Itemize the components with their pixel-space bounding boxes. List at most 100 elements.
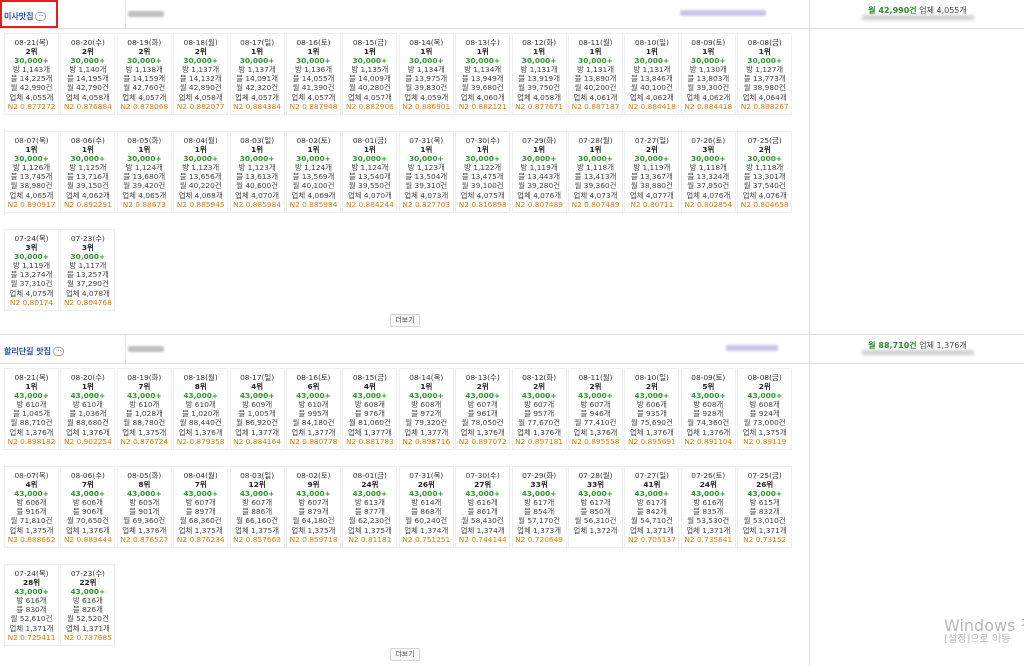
cell-volume: 43,000+ xyxy=(634,489,670,499)
cell-date: 08-13(수) xyxy=(465,373,500,382)
cell-volume: 30,000+ xyxy=(578,154,613,164)
cell-monthly-search: 월 52,520건 xyxy=(66,614,109,624)
cell-volume: 43,000+ xyxy=(70,587,106,597)
cell-date: 08-08(금) xyxy=(747,38,782,47)
day-cell: 08-04(월) 1위 30,000+ 방 1,123개 블 13,656개 월 40,2… xyxy=(173,131,229,213)
cell-blog-count: 블 14,195개 xyxy=(66,74,109,84)
cell-blog-count: 블 886개 xyxy=(242,507,273,517)
day-cell: 08-20(수) 1위 43,000+ 방 610개 블 1,036개 월 88,680건… xyxy=(60,368,116,450)
cell-business-count: 업체 4,059개 xyxy=(404,92,449,102)
cell-business-count: 업체 1,377개 xyxy=(291,427,336,437)
more-button[interactable]: 더보기 xyxy=(390,648,420,661)
keyword-badge-icon[interactable]: ⋯ xyxy=(52,347,64,356)
cell-rank: 2위 xyxy=(645,145,658,155)
cell-date: 07-26(토) xyxy=(691,136,726,145)
cell-rank: 1위 xyxy=(420,47,433,57)
cell-blog-count: 블 946개 xyxy=(580,409,611,419)
cell-rank: 7위 xyxy=(194,480,207,490)
cell-n2-score: N2 0.73152 xyxy=(743,534,787,544)
cell-date: 08-02(토) xyxy=(296,136,331,145)
day-cell: 08-06(수) 7위 43,000+ 방 606개 블 906개 월 70,650건 업체… xyxy=(60,466,116,548)
cell-blog-count: 블 13,890개 xyxy=(574,74,617,84)
cell-rank: 1위 xyxy=(702,47,715,57)
cell-bang-count: 방 616개 xyxy=(467,498,498,508)
cell-rank: 22위 xyxy=(79,578,97,588)
cell-rank: 28위 xyxy=(22,578,41,588)
cell-rank: 6위 xyxy=(307,382,320,392)
cell-date: 08-21(목) xyxy=(14,38,49,47)
cell-bang-count: 방 1,123개 xyxy=(407,163,445,173)
keyword-section-1: 미사맛집 ⋯ 월 42,990건 업체 4,055개 08-21(목) 2위 30,0… xyxy=(0,0,1024,334)
day-cell: 07-29(화) 33위 43,000+ 방 617개 블 854개 월 57,170건 업… xyxy=(511,466,567,548)
cell-bang-count: 방 617개 xyxy=(636,498,667,508)
cell-monthly-search: 월 39,360건 xyxy=(574,181,617,191)
cell-date: 08-11(월) xyxy=(578,38,613,47)
cell-date: 08-19(화) xyxy=(127,373,162,382)
more-button[interactable]: 더보기 xyxy=(390,314,420,327)
cell-rank: 12위 xyxy=(248,480,266,490)
cell-business-count: 업체 1,375개 xyxy=(347,525,392,535)
cell-monthly-search: 월 88,680건 xyxy=(66,418,109,428)
day-cell: 08-17(일) 1위 30,000+ 방 1,137개 블 14,091개 월 42,3… xyxy=(229,33,285,115)
cell-blog-count: 블 13,773개 xyxy=(743,74,786,84)
cell-volume: 43,000+ xyxy=(70,489,106,499)
keyword-highlight[interactable]: 미사맛집 ⋯ xyxy=(0,0,58,28)
day-cell: 08-03(일) 12위 43,000+ 방 607개 블 886개 월 66,160건 업… xyxy=(229,466,285,548)
day-cell: 08-07(목) 4위 43,000+ 방 606개 블 916개 월 71,810건 업체… xyxy=(4,466,59,548)
day-cell: 08-06(수) 1위 30,000+ 방 1,125개 블 13,716개 월 39,1… xyxy=(60,131,116,213)
keyword-label[interactable]: 할리단길 맛집 ⋯ xyxy=(4,346,64,357)
cell-business-count: 업체 4,062개 xyxy=(65,190,110,200)
cell-rank: 1위 xyxy=(363,145,376,155)
cell-monthly-search: 월 40,100건 xyxy=(292,181,335,191)
cell-bang-count: 방 1,134개 xyxy=(464,65,502,75)
keyword-box[interactable]: 할리단길 맛집 ⋯ xyxy=(0,335,64,363)
cell-rank: 24위 xyxy=(699,480,717,490)
cell-monthly-search: 월 39,420건 xyxy=(123,181,166,191)
cell-blog-count: 블 906개 xyxy=(72,507,103,517)
day-cell: 08-13(수) 2위 43,000+ 방 607개 블 961개 월 78,050건 업체… xyxy=(455,368,511,450)
cell-monthly-search: 월 39,830건 xyxy=(405,83,448,93)
cell-blog-count: 블 13,919개 xyxy=(518,74,560,84)
cell-business-count: 업체 1,375개 xyxy=(235,525,280,535)
cell-monthly-search: 월 62,230건 xyxy=(348,516,391,526)
cell-blog-count: 블 13,680개 xyxy=(123,172,166,182)
cell-monthly-search: 월 42,760건 xyxy=(123,83,166,93)
cell-bang-count: 방 1,131개 xyxy=(633,65,671,75)
cell-n2-score: N2 0.898716 xyxy=(402,436,451,446)
cell-date: 07-28(월) xyxy=(578,136,613,145)
cell-volume: 43,000+ xyxy=(352,391,388,401)
keyword-badge-icon[interactable]: ⋯ xyxy=(35,12,47,21)
cell-rank: 41위 xyxy=(643,480,661,490)
cell-n2-score: N2 0.885945 xyxy=(176,199,225,209)
cell-n2-score: N2 0.877272 xyxy=(7,101,56,111)
cell-monthly-search: 월 60,240건 xyxy=(405,516,448,526)
cell-bang-count: 방 616개 xyxy=(72,596,103,606)
cell-n2-score: N2 0.735641 xyxy=(684,534,733,544)
cell-business-count: 업체 4,076개 xyxy=(686,190,731,200)
cell-monthly-search: 월 42,990건 xyxy=(10,83,53,93)
cell-bang-count: 방 614개 xyxy=(411,498,442,508)
cell-monthly-search: 월 88,780건 xyxy=(123,418,166,428)
cell-volume: 43,000+ xyxy=(296,489,331,499)
day-cell: 08-15(금) 1위 30,000+ 방 1,135개 블 14,009개 월 40,2… xyxy=(342,33,398,115)
cell-date: 08-12(화) xyxy=(522,373,557,382)
cell-business-count: 업체 1,377개 xyxy=(404,427,449,437)
cell-date: 08-17(일) xyxy=(240,373,275,382)
keyword-section-2: 할리단길 맛집 ⋯ 월 88,710건 업체 1,376개 08-21(목) 1위 4… xyxy=(0,335,1024,666)
cell-bang-count: 방 617개 xyxy=(580,498,611,508)
cell-blog-count: 블 995개 xyxy=(298,409,329,419)
cell-business-count: 업체 1,377개 xyxy=(347,427,392,437)
summary-column: 월 42,990건 업체 4,055개 xyxy=(809,0,1024,334)
cell-rank: 2위 xyxy=(138,47,151,57)
cell-date: 08-10(일) xyxy=(634,38,669,47)
cell-date: 07-24(목) xyxy=(14,234,49,243)
day-cell: 08-19(화) 2위 30,000+ 방 1,138개 블 14,159개 월 42,7… xyxy=(116,33,172,115)
cell-blog-count: 블 1,028개 xyxy=(125,409,163,419)
cell-rank: 2위 xyxy=(194,47,207,57)
cell-date: 08-17(일) xyxy=(240,38,275,47)
cell-monthly-search: 월 39,550건 xyxy=(348,181,391,191)
cell-monthly-search: 월 68,360건 xyxy=(179,516,222,526)
cell-volume: 43,000+ xyxy=(578,489,613,499)
keyword-label[interactable]: 미사맛집 ⋯ xyxy=(4,11,47,22)
cell-n2-score: N2 0.880778 xyxy=(289,436,338,446)
